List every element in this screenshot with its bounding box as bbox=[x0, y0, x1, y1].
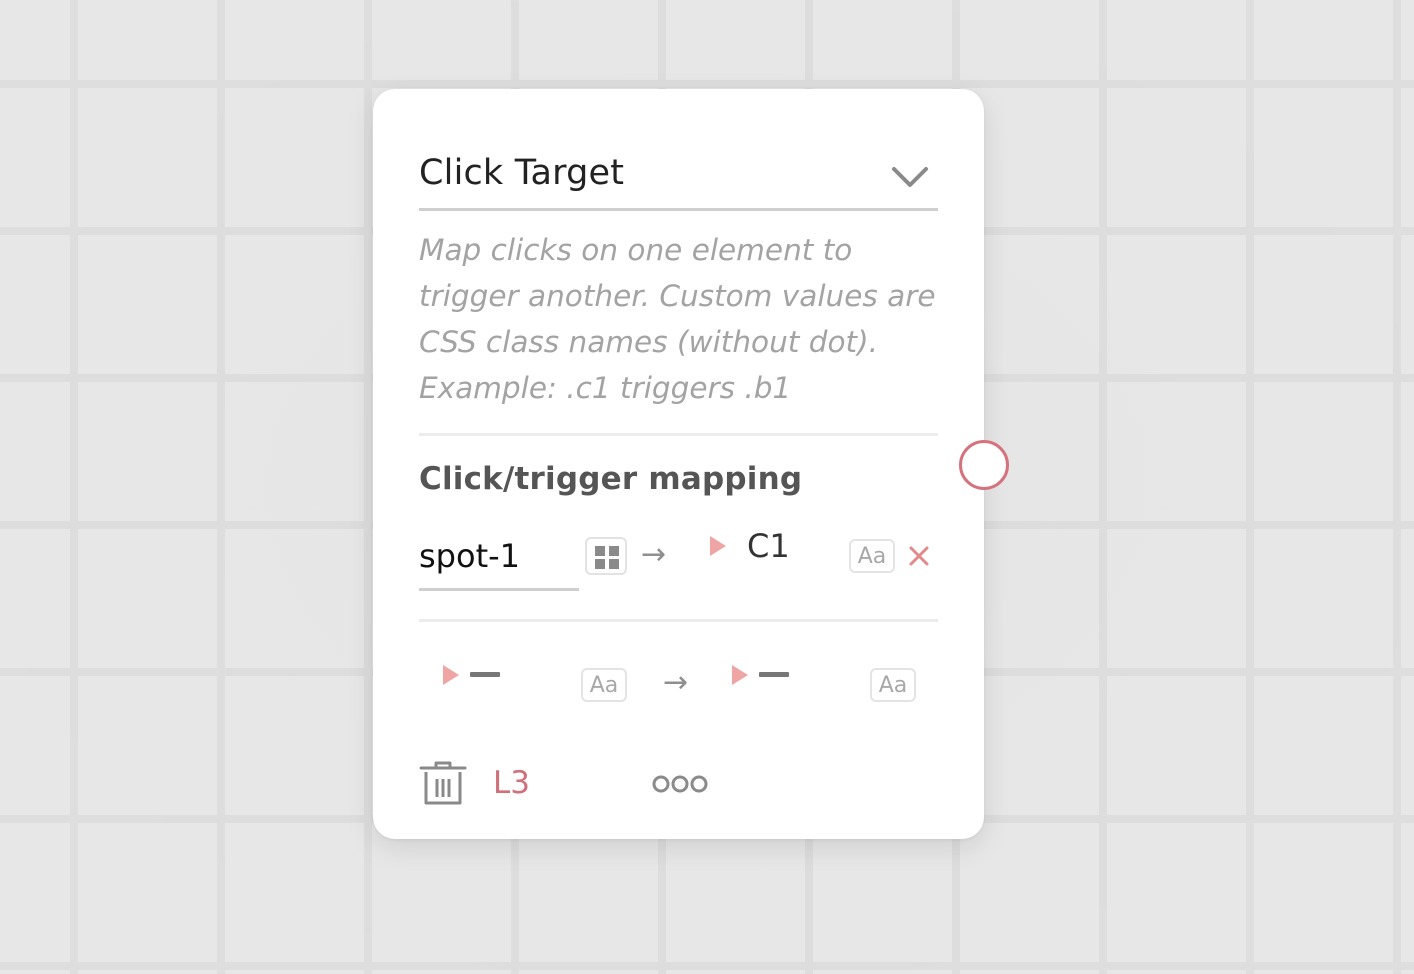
element-picker-button[interactable] bbox=[585, 537, 627, 575]
play-icon[interactable] bbox=[732, 665, 748, 685]
trash-icon[interactable] bbox=[417, 759, 469, 807]
play-icon[interactable] bbox=[443, 665, 459, 685]
text-toggle-button[interactable]: Aa bbox=[849, 539, 895, 573]
settings-panel: Click Target Map clicks on one element t… bbox=[373, 89, 984, 839]
source-input[interactable]: spot-1 bbox=[419, 531, 579, 591]
mapping-section-title: Click/trigger mapping bbox=[419, 461, 803, 497]
connection-handle[interactable] bbox=[959, 440, 1009, 490]
play-icon[interactable] bbox=[710, 536, 726, 556]
more-icon[interactable] bbox=[651, 773, 711, 795]
chevron-down-icon bbox=[892, 167, 928, 187]
empty-target-placeholder[interactable] bbox=[759, 672, 789, 677]
picker-icon-cell bbox=[595, 546, 605, 556]
description-text: Map clicks on one element to trigger ano… bbox=[419, 233, 936, 405]
target-text-toggle-button[interactable]: Aa bbox=[870, 668, 916, 702]
divider bbox=[419, 433, 938, 436]
target-value[interactable]: C1 bbox=[747, 527, 790, 565]
source-text-toggle-button[interactable]: Aa bbox=[581, 668, 627, 702]
picker-icon-cell bbox=[609, 559, 619, 569]
picker-icon-cell bbox=[595, 559, 605, 569]
type-select-value: Click Target bbox=[419, 153, 625, 193]
type-select[interactable]: Click Target bbox=[419, 147, 938, 211]
arrow-right-icon: → bbox=[641, 537, 667, 572]
arrow-right-icon: → bbox=[663, 665, 689, 700]
picker-icon-cell bbox=[609, 546, 619, 556]
divider bbox=[419, 619, 938, 622]
empty-source-placeholder[interactable] bbox=[470, 672, 500, 677]
remove-row-icon[interactable] bbox=[907, 544, 931, 568]
level-badge: L3 bbox=[493, 765, 530, 801]
